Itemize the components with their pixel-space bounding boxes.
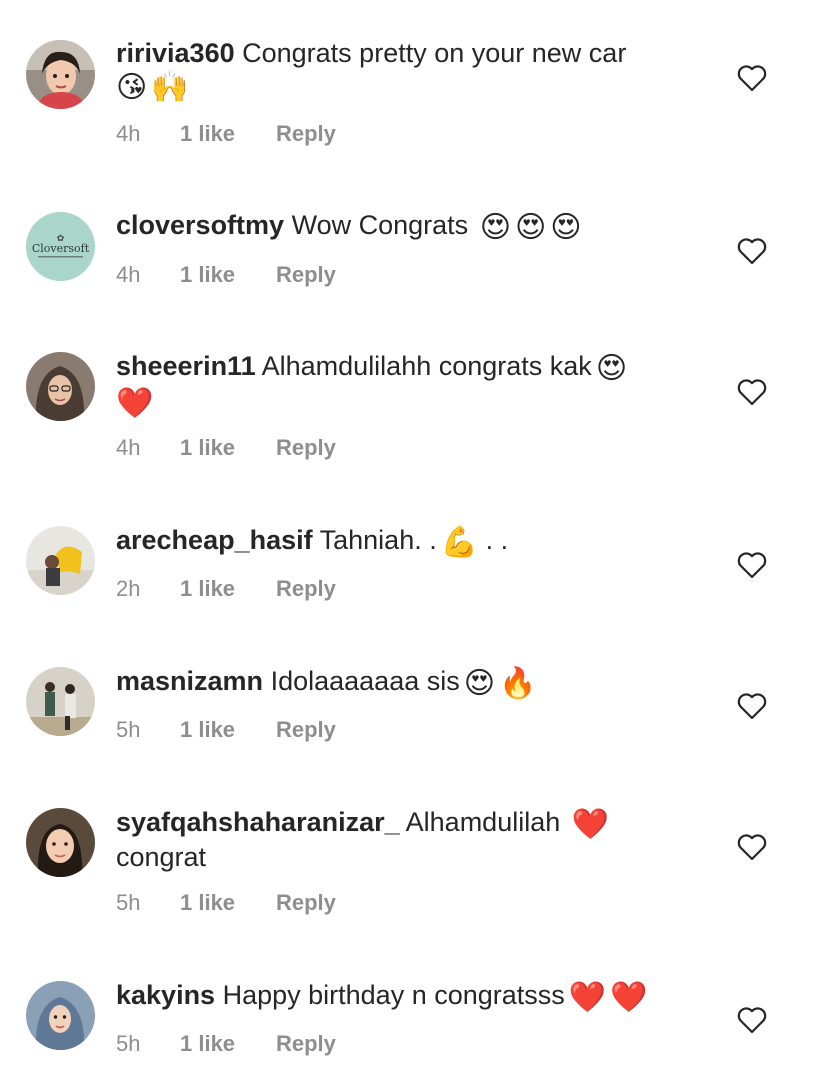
kissing-face-emoji: 😘 xyxy=(116,71,148,104)
comment-like-count[interactable]: 1 like xyxy=(180,576,276,602)
red-heart-emoji: ❤️ xyxy=(116,387,154,420)
heart-outline-icon[interactable] xyxy=(737,551,767,579)
comment-like-count[interactable]: 1 like xyxy=(180,717,276,743)
reply-button[interactable]: Reply xyxy=(276,717,336,743)
red-heart-emoji: ❤️ xyxy=(571,808,610,841)
comment-meta: 4h 1 like Reply xyxy=(116,262,336,288)
comment-like-count[interactable]: 1 like xyxy=(180,1031,276,1057)
heart-eyes-emoji: 😍 xyxy=(514,211,547,244)
comment-text: arecheap_hasif Tahniah. . 💪 . . xyxy=(116,524,696,559)
comment-body-suffix: . . xyxy=(485,525,509,555)
comment-text: ririvia360 Congrats pretty on your new c… xyxy=(116,37,696,104)
avatar[interactable] xyxy=(26,526,95,595)
avatar[interactable] xyxy=(26,352,95,421)
comment-like-count[interactable]: 1 like xyxy=(180,890,276,916)
red-heart-emoji: ❤️ xyxy=(568,981,607,1014)
comment-body: Tahniah. . xyxy=(319,525,437,555)
comment-timestamp: 2h xyxy=(116,576,141,601)
heart-eyes-emoji: 😍 xyxy=(550,211,582,244)
flexed-biceps-emoji: 💪 xyxy=(440,526,479,559)
comment-meta: 5h 1 like Reply xyxy=(116,890,336,916)
comment-timestamp: 4h xyxy=(116,262,141,287)
reply-button[interactable]: Reply xyxy=(276,262,336,288)
comment-timestamp: 4h xyxy=(116,121,141,146)
heart-outline-icon[interactable] xyxy=(737,378,767,406)
comment-text: masnizamn Idolaaaaaaa sis 😍 🔥 xyxy=(116,665,696,700)
comment-timestamp: 5h xyxy=(116,890,141,915)
fire-emoji: 🔥 xyxy=(499,667,537,700)
red-heart-emoji: ❤️ xyxy=(610,981,648,1014)
comment-body: Congrats pretty on your new car xyxy=(242,38,627,68)
heart-outline-icon[interactable] xyxy=(737,64,767,92)
comment-username[interactable]: kakyins xyxy=(116,980,215,1010)
comment-username[interactable]: syafqahshaharanizar_ xyxy=(116,807,400,837)
reply-button[interactable]: Reply xyxy=(276,890,336,916)
heart-outline-icon[interactable] xyxy=(737,1006,767,1034)
avatar[interactable] xyxy=(26,667,95,736)
comment-username[interactable]: sheeerin11 xyxy=(116,351,256,381)
avatar[interactable] xyxy=(26,808,95,877)
avatar[interactable]: ✿ Cloversoft xyxy=(26,212,95,281)
comment-body: Alhamdulilahh congrats kak xyxy=(261,351,592,381)
heart-eyes-emoji: 😍 xyxy=(463,667,496,700)
comment-username[interactable]: ririvia360 xyxy=(116,38,235,68)
comment-text: cloversoftmy Wow Congrats 😍 😍 😍 xyxy=(116,209,696,244)
comment-like-count[interactable]: 1 like xyxy=(180,121,276,147)
avatar[interactable] xyxy=(26,40,95,109)
comment-body-suffix: congrat xyxy=(116,842,207,872)
comment-meta: 5h 1 like Reply xyxy=(116,717,336,743)
comment-username[interactable]: masnizamn xyxy=(116,666,263,696)
comment-meta: 2h 1 like Reply xyxy=(116,576,336,602)
comment-body: Happy birthday n congratsss xyxy=(222,980,565,1010)
heart-outline-icon[interactable] xyxy=(737,692,767,720)
comment-timestamp: 4h xyxy=(116,435,141,460)
comment-body: Wow Congrats xyxy=(291,210,469,240)
comment-meta: 4h 1 like Reply xyxy=(116,435,336,461)
raising-hands-emoji: 🙌 xyxy=(151,71,189,104)
comment-username[interactable]: cloversoftmy xyxy=(116,210,284,240)
heart-outline-icon[interactable] xyxy=(737,237,767,265)
comment-like-count[interactable]: 1 like xyxy=(180,435,276,461)
avatar[interactable] xyxy=(26,981,95,1050)
heart-outline-icon[interactable] xyxy=(737,833,767,861)
comment-timestamp: 5h xyxy=(116,1031,141,1056)
comment-meta: 4h 1 like Reply xyxy=(116,121,336,147)
comment-timestamp: 5h xyxy=(116,717,141,742)
reply-button[interactable]: Reply xyxy=(276,435,336,461)
reply-button[interactable]: Reply xyxy=(276,1031,336,1057)
comment-like-count[interactable]: 1 like xyxy=(180,262,276,288)
heart-eyes-emoji: 😍 xyxy=(479,211,511,244)
comment-body: Alhamdulilah xyxy=(405,807,561,837)
reply-button[interactable]: Reply xyxy=(276,121,336,147)
comment-username[interactable]: arecheap_hasif xyxy=(116,525,313,555)
comment-text: kakyins Happy birthday n congratsss ❤️ ❤️ xyxy=(116,979,696,1014)
reply-button[interactable]: Reply xyxy=(276,576,336,602)
avatar-logo-text: Cloversoft xyxy=(32,242,90,255)
comment-meta: 5h 1 like Reply xyxy=(116,1031,336,1057)
comment-body: Idolaaaaaaa sis xyxy=(270,666,460,696)
heart-eyes-emoji: 😍 xyxy=(595,352,628,385)
comment-text: sheeerin11 Alhamdulilahh congrats kak 😍 ❤… xyxy=(116,350,696,420)
comment-text: syafqahshaharanizar_ Alhamdulilah ❤️ con… xyxy=(116,806,696,873)
